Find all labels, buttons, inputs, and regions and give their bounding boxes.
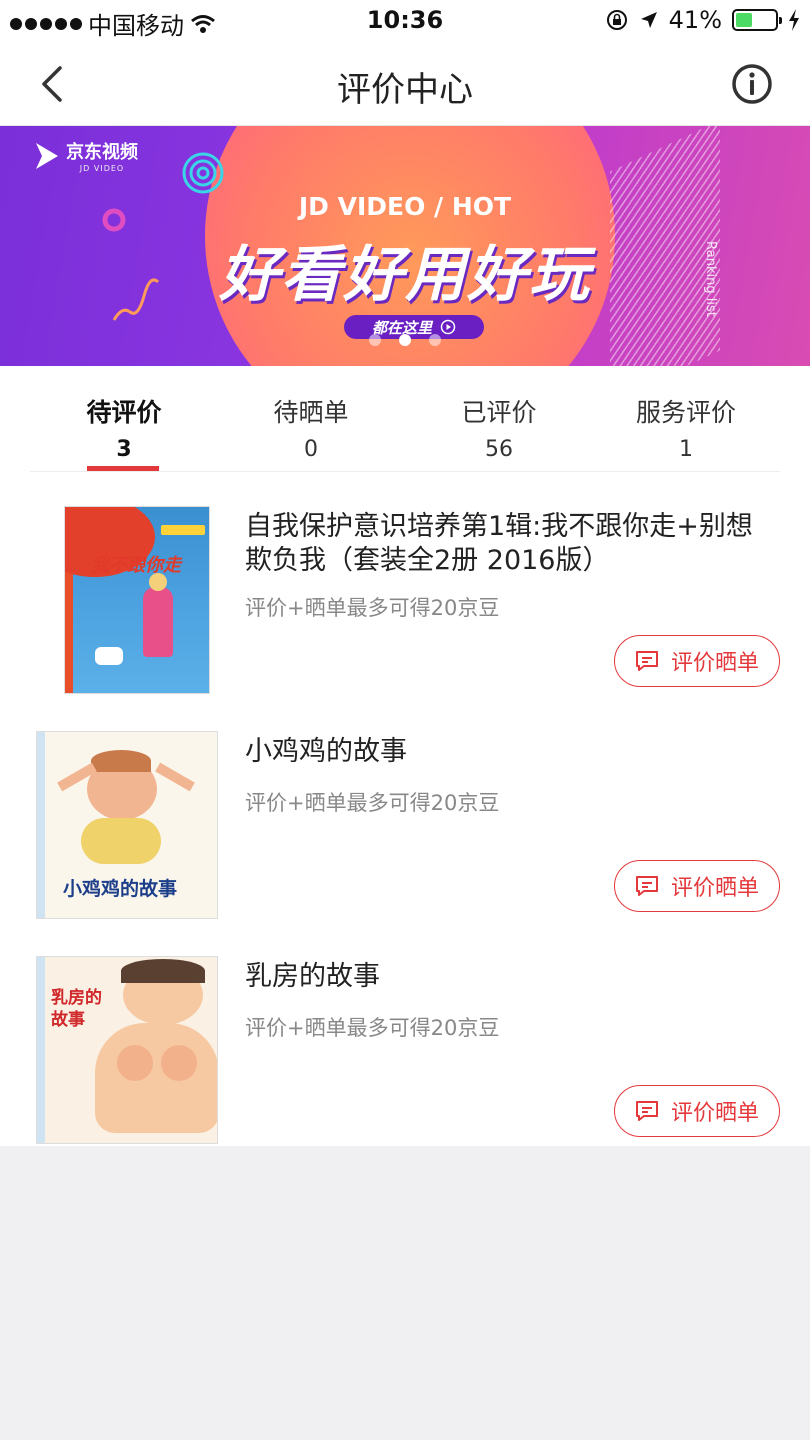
banner-headline-cn: 好看好用好玩 (219, 240, 591, 310)
review-share-button[interactable]: 评价晒单 (614, 1085, 780, 1137)
tab-label: 服务评价 (635, 398, 736, 427)
cover-title: 我不跟你走 (91, 555, 181, 576)
promo-banner[interactable]: 京东视频 JD VIDEO JD VIDEO / HOT 好看好用好玩 都在这里… (0, 126, 810, 384)
battery-level (736, 13, 752, 27)
product-reward-hint: 评价+晒单最多可得20京豆 (245, 791, 500, 815)
charging-bolt-icon (789, 9, 799, 31)
review-button-label: 评价晒单 (670, 1101, 759, 1126)
banner-headline-en: JD VIDEO / HOT (298, 192, 512, 221)
review-button-label: 评价晒单 (670, 876, 759, 901)
tab-count: 1 (679, 437, 693, 462)
tab-count: 0 (304, 437, 318, 462)
tab-count: 3 (116, 437, 132, 462)
content-area: 待评价 3 待晒单 0 已评价 56 服务评价 1 我不跟你走 自我保护意识培养… (0, 366, 810, 1146)
status-bar: 中国移动 10:36 41% (0, 0, 810, 42)
tab-label: 已评价 (461, 398, 537, 427)
play-logo-icon (36, 142, 58, 169)
tab-pending-review[interactable]: 待评价 3 (30, 366, 218, 472)
comment-icon (635, 876, 658, 896)
book-cover-image[interactable]: 我不跟你走 (64, 506, 210, 694)
play-circle-icon (440, 319, 456, 335)
product-title[interactable]: 小鸡鸡的故事 (245, 735, 775, 769)
pagination-dot[interactable] (429, 334, 441, 346)
tab-count: 56 (485, 437, 513, 462)
tab-pending-share[interactable]: 待晒单 0 (217, 366, 405, 472)
tab-reviewed[interactable]: 已评价 56 (405, 366, 593, 472)
book-cover-image[interactable]: 小鸡鸡的故事 (36, 731, 218, 919)
product-title[interactable]: 乳房的故事 (245, 960, 775, 994)
banner-logo-name: 京东视频 (66, 142, 138, 163)
cover-title: 小鸡鸡的故事 (63, 878, 178, 900)
battery-percent: 41% (668, 6, 722, 34)
product-reward-hint: 评价+晒单最多可得20京豆 (245, 596, 500, 620)
nav-bar: 评价中心 (0, 42, 810, 126)
comment-icon (635, 1101, 658, 1121)
active-tab-indicator (87, 466, 159, 471)
banner-pagination (0, 334, 810, 346)
list-item: 乳房的故事 乳房的故事 评价+晒单最多可得20京豆 评价晒单 (0, 946, 810, 1171)
page-title: 评价中心 (337, 70, 473, 110)
comment-icon (635, 651, 658, 671)
review-button-label: 评价晒单 (670, 651, 759, 676)
review-tabs: 待评价 3 待晒单 0 已评价 56 服务评价 1 (30, 366, 780, 472)
tab-service-review[interactable]: 服务评价 1 (592, 366, 780, 472)
book-cover-image[interactable]: 乳房的故事 (36, 956, 218, 1144)
pagination-dot[interactable] (369, 334, 381, 346)
tab-label: 待晒单 (273, 398, 349, 427)
review-share-button[interactable]: 评价晒单 (614, 635, 780, 687)
banner-ring-graphic (182, 152, 224, 194)
battery-icon (732, 9, 782, 31)
location-arrow-icon (640, 12, 657, 28)
tab-label: 待评价 (86, 398, 162, 427)
cover-title: 乳房的故事 (51, 988, 102, 1030)
banner-side-text: Ranking list (703, 241, 718, 317)
banner-logo: 京东视频 JD VIDEO (34, 138, 138, 173)
banner-logo-sub: JD VIDEO (79, 164, 125, 173)
pagination-dot[interactable] (399, 334, 411, 346)
rotation-lock-icon (606, 10, 627, 30)
product-title[interactable]: 自我保护意识培养第1辑:我不跟你走+别想欺负我（套装全2册 2016版） (245, 510, 775, 578)
list-item: 小鸡鸡的故事 小鸡鸡的故事 评价+晒单最多可得20京豆 评价晒单 (0, 721, 810, 946)
product-reward-hint: 评价+晒单最多可得20京豆 (245, 1016, 500, 1040)
info-icon[interactable] (730, 62, 774, 106)
list-item: 我不跟你走 自我保护意识培养第1辑:我不跟你走+别想欺负我（套装全2册 2016… (0, 496, 810, 721)
review-share-button[interactable]: 评价晒单 (614, 860, 780, 912)
status-right: 41% (605, 6, 800, 34)
